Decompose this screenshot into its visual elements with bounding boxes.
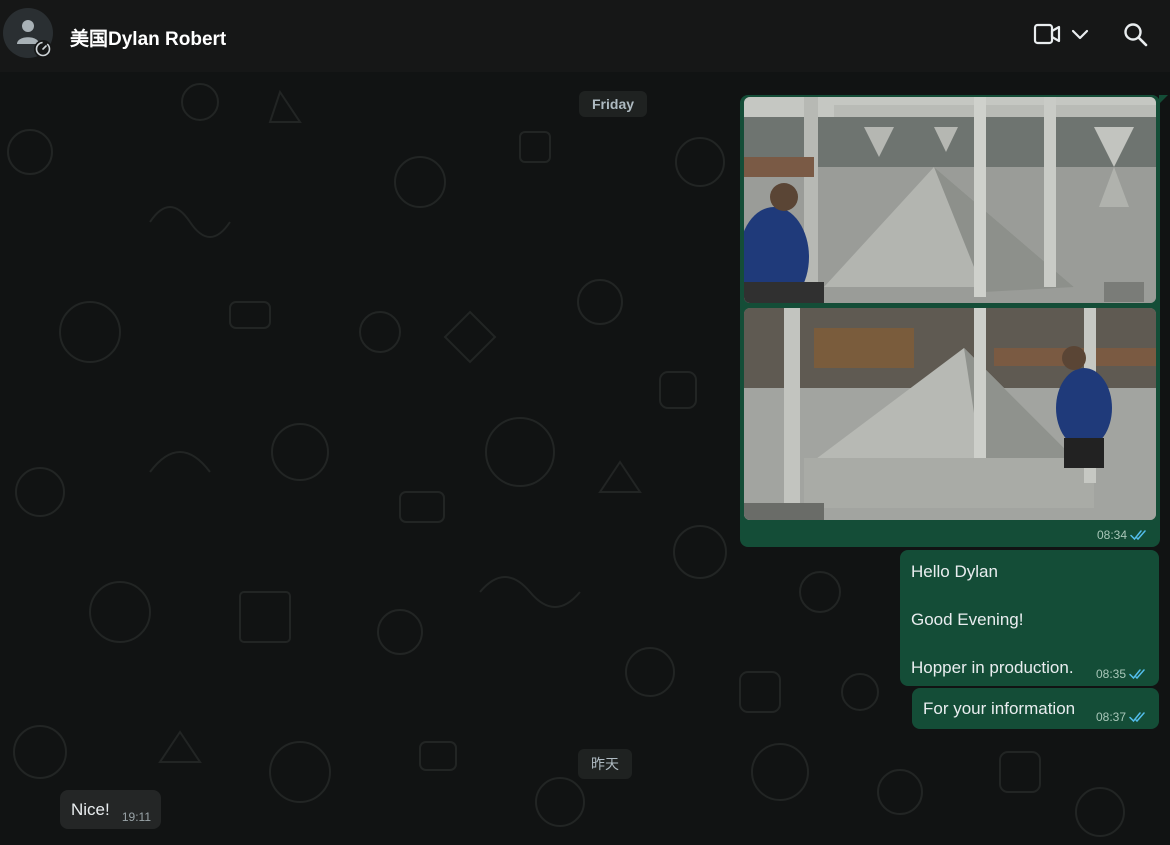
date-separator: Friday bbox=[579, 91, 648, 117]
search-icon bbox=[1124, 23, 1148, 47]
date-separator: 昨天 bbox=[578, 749, 632, 779]
text-message-greeting[interactable]: Hello Dylan Good Evening! Hopper in prod… bbox=[900, 550, 1159, 686]
message-line: Hello Dylan bbox=[911, 562, 998, 581]
photo-hopper-welding-1[interactable] bbox=[744, 97, 1156, 303]
message-line: Hopper in production. bbox=[911, 658, 1074, 677]
message-line-blank bbox=[911, 632, 1074, 656]
photo-hopper-welding-2[interactable] bbox=[744, 308, 1156, 520]
status-icon bbox=[35, 41, 51, 57]
message-text: Hello Dylan Good Evening! Hopper in prod… bbox=[911, 560, 1074, 680]
read-ticks-icon bbox=[1130, 530, 1146, 541]
message-meta: 19:11 bbox=[122, 810, 151, 824]
bubble-tail bbox=[1159, 95, 1168, 104]
read-ticks-icon bbox=[1129, 712, 1145, 723]
contact-avatar[interactable] bbox=[3, 8, 53, 58]
chevron-down-icon[interactable] bbox=[1070, 20, 1090, 50]
image-message[interactable]: 08:34 bbox=[740, 95, 1168, 547]
message-text: Nice! bbox=[71, 800, 110, 819]
contact-name[interactable]: 美国Dylan Robert bbox=[70, 24, 226, 51]
whatsapp-chat-window: 美国Dylan Robert Friday 08:34 Hello Dylan … bbox=[0, 0, 1170, 845]
message-meta: 08:34 bbox=[1097, 528, 1150, 542]
message-time: 19:11 bbox=[121, 810, 151, 824]
message-line: Good Evening! bbox=[911, 610, 1024, 629]
status-badge bbox=[34, 40, 52, 58]
video-call-icon bbox=[1033, 23, 1061, 45]
video-call-button[interactable] bbox=[1032, 20, 1092, 50]
search-button[interactable] bbox=[1122, 20, 1150, 50]
chat-header: 美国Dylan Robert bbox=[0, 0, 1170, 72]
message-meta: 08:37 bbox=[1096, 710, 1149, 724]
read-ticks-icon bbox=[1129, 669, 1145, 680]
message-text: For your information bbox=[923, 699, 1076, 718]
text-message-info[interactable]: For your information 08:37 bbox=[912, 688, 1159, 729]
message-meta: 08:35 bbox=[1096, 667, 1149, 681]
incoming-message[interactable]: Nice! 19:11 bbox=[60, 790, 161, 829]
message-line-blank bbox=[911, 584, 1074, 608]
message-time: 08:35 bbox=[1095, 667, 1126, 681]
message-time: 08:34 bbox=[1096, 528, 1127, 542]
message-time: 08:37 bbox=[1095, 710, 1126, 724]
message-list[interactable]: Friday 08:34 Hello Dylan Good Evening! H… bbox=[0, 72, 1170, 845]
